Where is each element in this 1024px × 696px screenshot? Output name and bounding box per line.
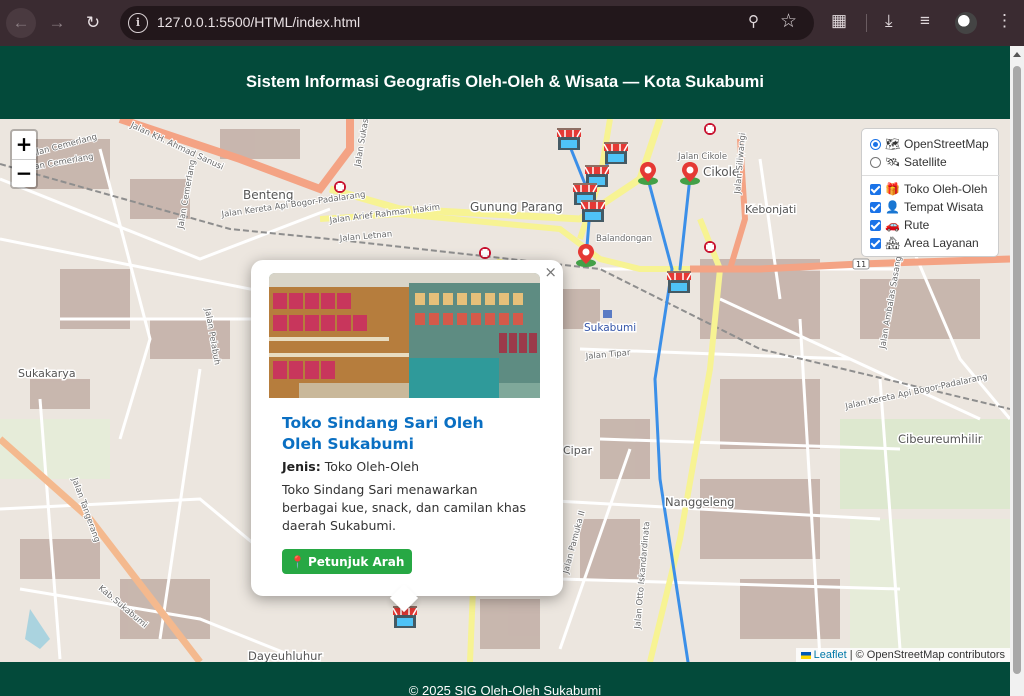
leaflet-link[interactable]: Leaflet — [814, 649, 847, 661]
overlay-wisata[interactable]: 👤 Tempat Wisata — [870, 198, 992, 216]
layer-label: Satellite — [904, 155, 947, 169]
pin-icon: 📍 — [290, 554, 305, 569]
place-label: Sukabumi — [584, 322, 636, 334]
houses-icon: 🏘 — [885, 236, 901, 250]
popup-type: Jenis: Toko Oleh-Oleh — [282, 459, 419, 474]
type-value: Toko Oleh-Oleh — [324, 459, 420, 474]
layer-label: OpenStreetMap — [904, 137, 989, 151]
back-button[interactable]: ← — [6, 8, 36, 38]
shop-marker-icon[interactable] — [603, 141, 629, 165]
map-container[interactable]: 11 Benteng Gunung Parang Cikole Kebonjat… — [0, 119, 1010, 662]
map-attribution: Leaflet | © OpenStreetMap contributors — [795, 648, 1010, 662]
layer-label: Toko Oleh-Oleh — [904, 182, 988, 196]
base-layer-satellite[interactable]: 🛰 Satellite — [870, 153, 992, 171]
type-label: Jenis: — [282, 459, 321, 474]
directions-button[interactable]: 📍 Petunjuk Arah — [282, 549, 413, 574]
place-label: Nanggeleng — [665, 495, 734, 509]
profile-avatar[interactable] — [955, 12, 977, 34]
page-title: Sistem Informasi Geografis Oleh-Oleh & W… — [246, 73, 764, 91]
zoom-icon[interactable]: ⚲ — [748, 12, 759, 30]
gift-icon: 🎁 — [885, 182, 900, 196]
layer-label: Area Layanan — [904, 236, 979, 250]
attraction-marker-icon[interactable] — [678, 160, 702, 186]
place-label: Cipar — [563, 444, 592, 457]
area-checkbox[interactable] — [870, 237, 881, 249]
satellite-icon: 🛰 — [885, 155, 901, 169]
layer-label: Tempat Wisata — [904, 200, 984, 214]
bookmark-star-icon[interactable]: ☆ — [780, 10, 797, 33]
place-label: Gunung Parang — [470, 200, 563, 214]
directions-label: Petunjuk Arah — [307, 554, 405, 569]
place-label: Cibeureumhilir — [898, 432, 983, 446]
forward-button[interactable]: → — [42, 8, 72, 38]
popup-title: Toko Sindang Sari Oleh Oleh Sukabumi — [282, 414, 484, 453]
popup-description: Toko Sindang Sari menawarkan berbagai ku… — [282, 482, 527, 533]
place-label: Dayeuhluhur — [248, 649, 322, 662]
shop-marker-icon[interactable] — [580, 199, 606, 223]
shop-photo — [269, 273, 540, 398]
toolbar-divider — [866, 14, 867, 32]
shop-marker-icon[interactable] — [556, 127, 582, 151]
satellite-radio[interactable] — [870, 156, 881, 168]
shop-marker-icon[interactable] — [666, 270, 692, 294]
attraction-marker-icon[interactable] — [574, 242, 598, 268]
media-queue-icon[interactable]: ≡ — [920, 11, 930, 31]
extensions-icon[interactable]: ▦ — [831, 11, 847, 31]
site-info-icon[interactable]: i — [128, 13, 148, 33]
place-label: Benteng — [243, 188, 294, 202]
base-layer-osm[interactable]: 🗺 OpenStreetMap — [870, 135, 992, 153]
place-label: Kebonjati — [745, 203, 796, 216]
toko-checkbox[interactable] — [870, 183, 881, 195]
layer-divider — [862, 175, 1000, 176]
osm-radio[interactable] — [870, 138, 881, 150]
address-bar[interactable]: i 127.0.0.1:5500/HTML/index.html ⚲ ☆ — [120, 6, 814, 40]
place-popup: × Toko Sindang Sari Oleh Oleh Sukabumi J… — [251, 260, 563, 613]
attraction-marker-icon[interactable] — [636, 160, 660, 186]
svg-text:11: 11 — [856, 260, 866, 269]
street-label: Balandongan — [596, 234, 652, 244]
overlay-area[interactable]: 🏘 Area Layanan — [870, 234, 992, 252]
reload-button[interactable]: ↻ — [78, 8, 108, 38]
page-footer: © 2025 SIG Oleh-Oleh Sukabumi — [0, 662, 1010, 696]
url-text: 127.0.0.1:5500/HTML/index.html — [157, 14, 361, 30]
page-scrollbar[interactable] — [1010, 46, 1024, 696]
rute-checkbox[interactable] — [870, 219, 881, 231]
person-icon: 👤 — [885, 200, 900, 214]
flag-icon — [800, 651, 811, 659]
map-icon: 🗺 — [885, 137, 901, 151]
zoom-control: + − — [10, 129, 38, 189]
footer-text: © 2025 SIG Oleh-Oleh Sukabumi — [408, 683, 602, 696]
layer-label: Rute — [904, 218, 930, 232]
place-label: Sukakarya — [18, 367, 76, 380]
zoom-out-button[interactable]: − — [12, 159, 36, 187]
car-icon: 🚗 — [885, 218, 900, 232]
download-icon[interactable]: ⤓ — [885, 11, 893, 31]
menu-kebab-icon[interactable]: ⋮ — [996, 11, 1013, 31]
zoom-in-button[interactable]: + — [12, 131, 36, 159]
scroll-thumb[interactable] — [1013, 66, 1021, 674]
osm-attribution: | © OpenStreetMap contributors — [849, 649, 1005, 661]
popup-close-button[interactable]: × — [544, 263, 557, 281]
app-header: Sistem Informasi Geografis Oleh-Oleh & W… — [0, 46, 1010, 119]
overlay-toko[interactable]: 🎁 Toko Oleh-Oleh — [870, 180, 992, 198]
layer-control: 🗺 OpenStreetMap 🛰 Satellite 🎁 Toko Oleh-… — [861, 128, 1000, 257]
wisata-checkbox[interactable] — [870, 201, 881, 213]
browser-toolbar: ← → ↻ i 127.0.0.1:5500/HTML/index.html ⚲… — [0, 0, 1024, 46]
overlay-rute[interactable]: 🚗 Rute — [870, 216, 992, 234]
scroll-up-arrow-icon[interactable] — [1013, 52, 1021, 57]
